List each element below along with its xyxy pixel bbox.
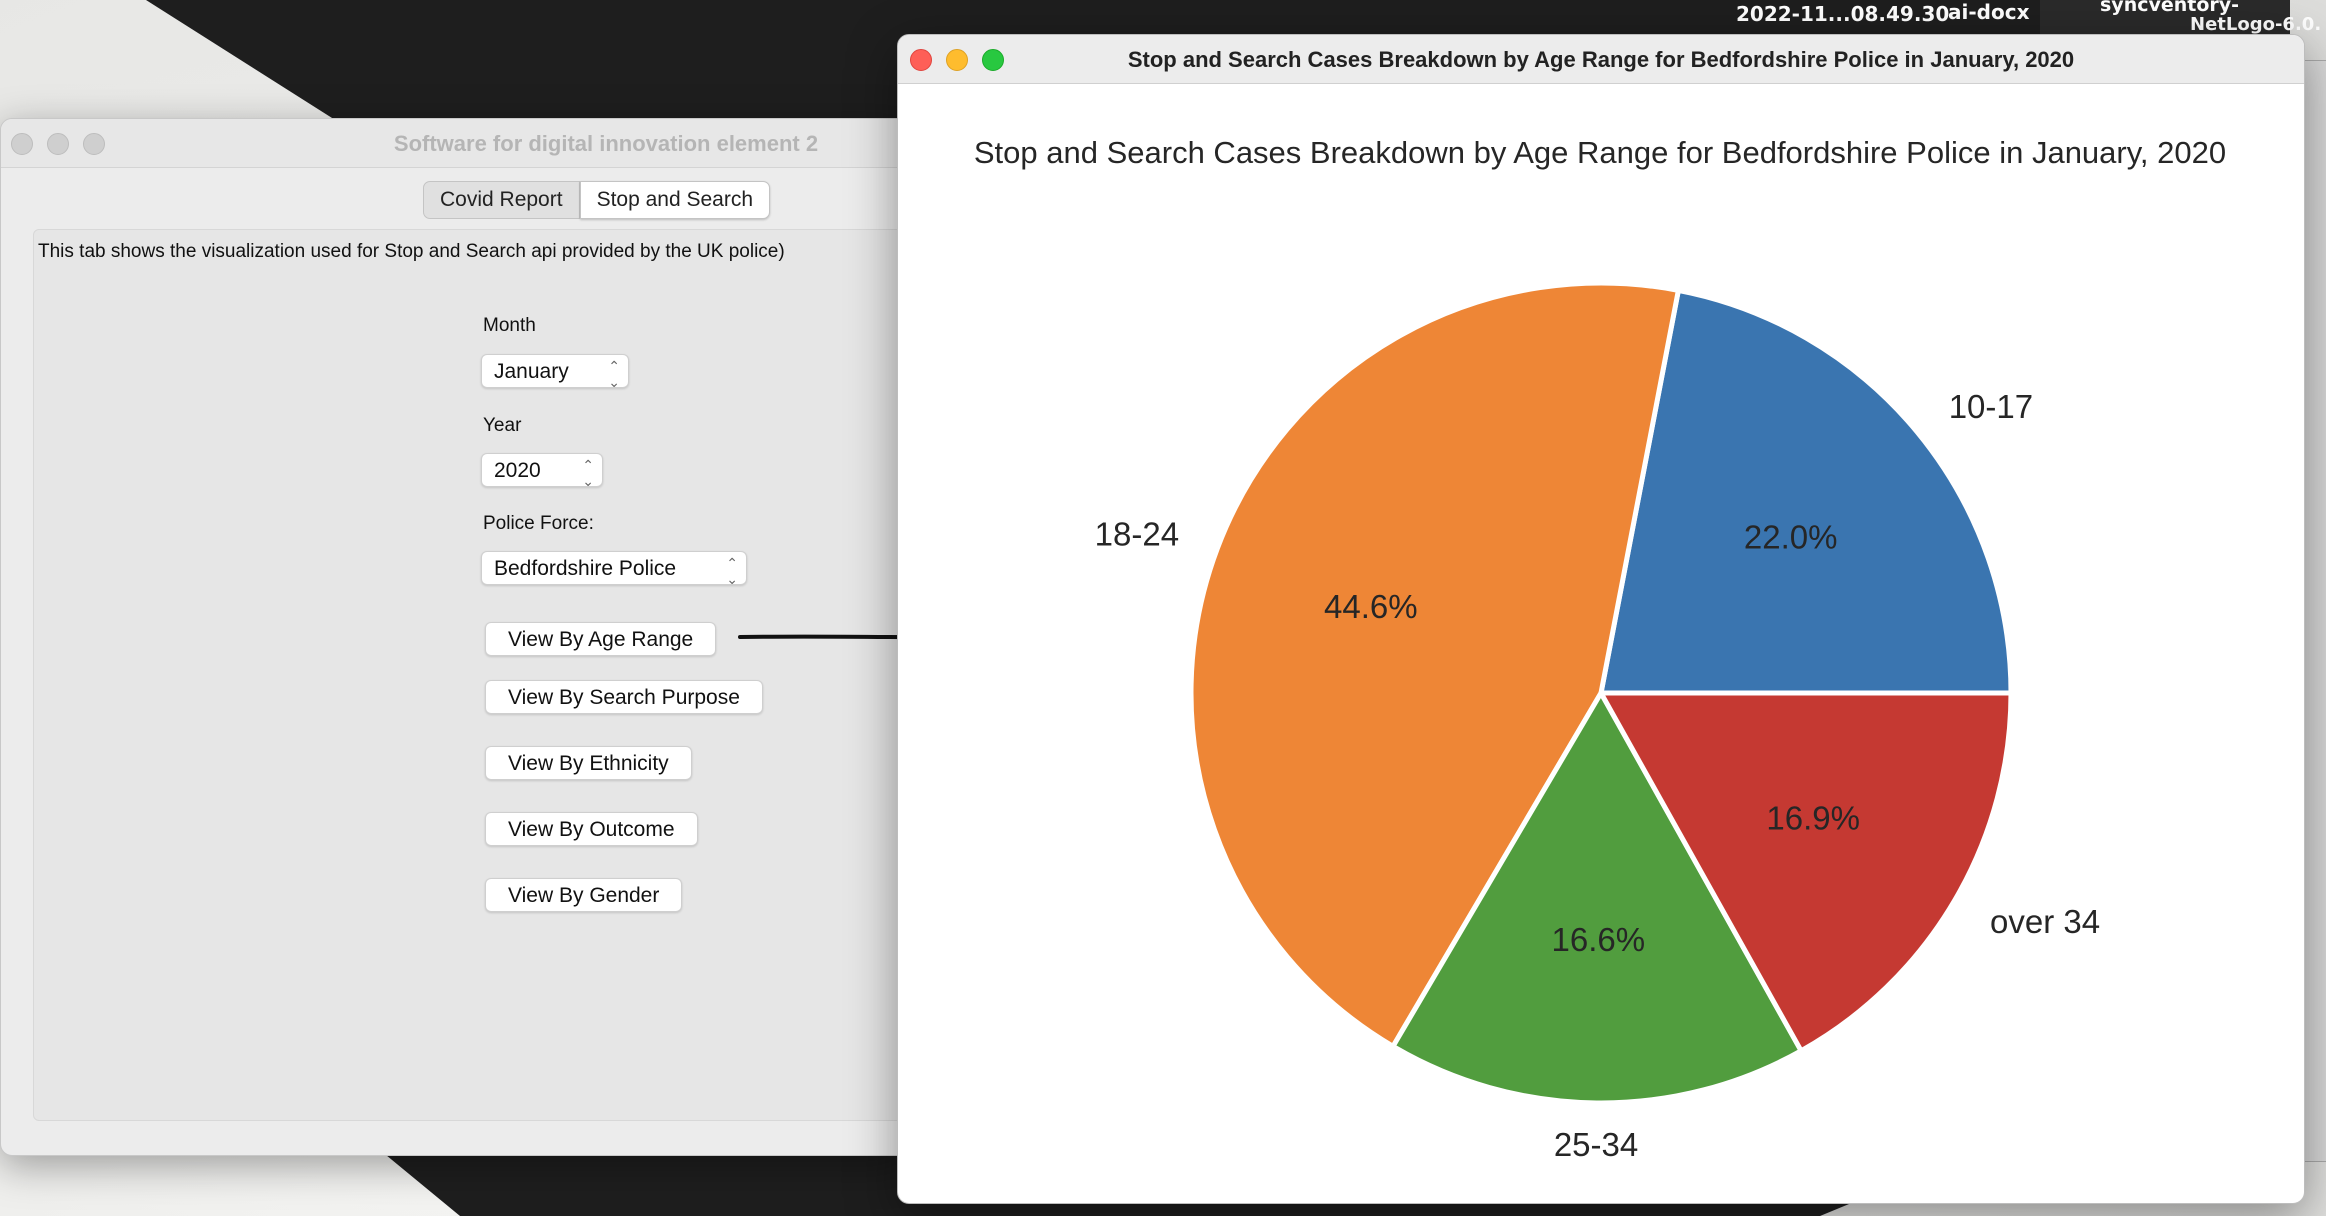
- police-force-label: Police Force:: [483, 513, 594, 534]
- month-value: January: [494, 360, 569, 383]
- window-title: Software for digital innovation element …: [393, 131, 819, 156]
- pie-value-label: 16.9%: [1766, 799, 1860, 836]
- pie-category-label: 25-34: [1554, 1126, 1638, 1163]
- view-by-outcome-button[interactable]: View By Outcome: [485, 812, 698, 846]
- tab-description: This tab shows the visualization used fo…: [38, 241, 785, 262]
- chevron-updown-icon: ⌃ ⌄: [608, 358, 620, 390]
- view-by-ethnicity-button[interactable]: View By Ethnicity: [485, 746, 692, 780]
- desktop-file-label[interactable]: ai-docx: [1948, 0, 2029, 24]
- tab-bar: Covid Report Stop and Search: [423, 181, 771, 219]
- chart-window-titlebar: Stop and Search Cases Breakdown by Age R…: [898, 35, 2304, 84]
- chart-title: Stop and Search Cases Breakdown by Age R…: [974, 135, 2226, 170]
- view-by-search-purpose-button[interactable]: View By Search Purpose: [485, 680, 763, 714]
- window-title: Stop and Search Cases Breakdown by Age R…: [1127, 47, 2075, 72]
- pie-category-label: over 34: [1990, 903, 2100, 940]
- month-label: Month: [483, 315, 536, 336]
- tab-stop-and-search[interactable]: Stop and Search: [579, 181, 771, 219]
- month-select[interactable]: January ⌃ ⌄: [481, 354, 629, 390]
- pie-category-label: 18-24: [1095, 516, 1179, 553]
- desktop-file-label[interactable]: NetLogo-6.0.: [2190, 14, 2321, 35]
- desktop-file-label[interactable]: 2022-11...08.49.30: [1736, 2, 1949, 26]
- pie-chart: Stop and Search Cases Breakdown by Age R…: [974, 135, 2226, 1163]
- pie-category-label: 10-17: [1949, 388, 2033, 425]
- pie-value-label: 16.6%: [1552, 921, 1646, 958]
- view-by-gender-button[interactable]: View By Gender: [485, 878, 683, 912]
- view-by-age-range-button[interactable]: View By Age Range: [485, 622, 717, 656]
- year-label: Year: [483, 415, 522, 436]
- year-select[interactable]: 2020 ⌃ ⌄: [481, 453, 603, 489]
- police-force-value: Bedfordshire Police: [494, 557, 677, 580]
- tab-covid-report[interactable]: Covid Report: [423, 181, 580, 219]
- pie-value-label: 22.0%: [1744, 518, 1838, 555]
- police-force-select[interactable]: Bedfordshire Police ⌃ ⌄: [481, 551, 747, 587]
- year-value: 2020: [494, 459, 541, 482]
- pie-value-label: 44.6%: [1324, 588, 1418, 625]
- left-window-titlebar: Software for digital innovation element …: [1, 119, 907, 168]
- chart-window: Stop and Search Cases Breakdown by Age R…: [897, 34, 2305, 1204]
- chevron-updown-icon: ⌃ ⌄: [726, 555, 738, 587]
- chevron-updown-icon: ⌃ ⌄: [582, 457, 594, 489]
